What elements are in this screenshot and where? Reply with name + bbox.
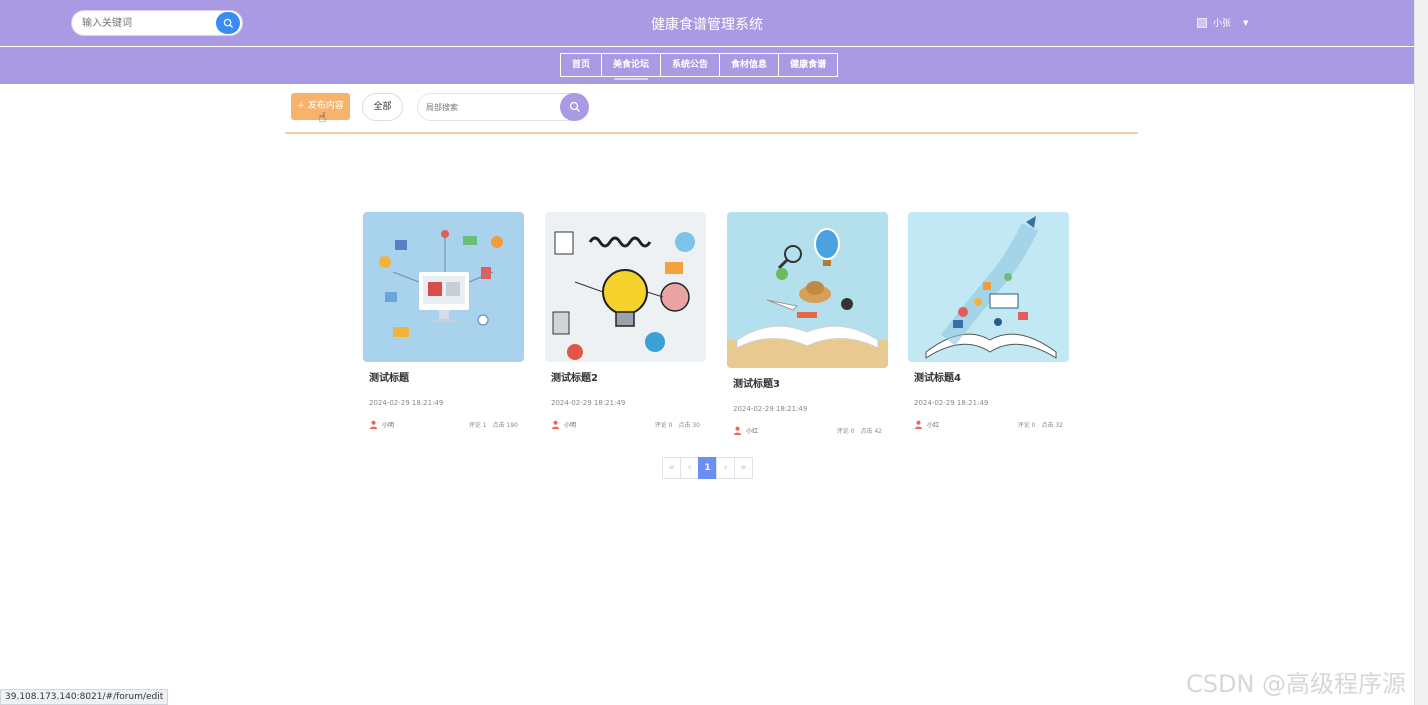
search-icon [569, 101, 580, 112]
post-title[interactable]: 测试标题2 [551, 369, 706, 384]
nav-item-announcements[interactable]: 系统公告 [660, 53, 721, 77]
post-stats: 评论 0 点击 32 [1018, 420, 1063, 429]
author-name: 小明 [382, 422, 395, 429]
nav-list: 首页 美食论坛 系统公告 食材信息 健康食谱 [560, 53, 839, 80]
status-bar-url: 39.108.173.140:8021/#/forum/edit [0, 689, 169, 705]
post-stats: 评论 0 点击 30 [655, 420, 700, 429]
post-stats: 评论 1 点击 190 [469, 420, 518, 429]
post-time: 2024-02-29 18:21:49 [733, 405, 808, 413]
post-title[interactable]: 测试标题 [369, 369, 524, 384]
nav-item-recipes[interactable]: 健康食谱 [778, 53, 839, 77]
post-meta: 小明 评论 0 点击 30 [551, 420, 700, 429]
post-thumbnail[interactable] [363, 212, 524, 362]
post-title[interactable]: 测试标题4 [914, 369, 1069, 384]
user-icon [733, 426, 742, 435]
page-prev-button[interactable]: ‹ [680, 457, 699, 479]
avatar [1197, 17, 1207, 28]
post-meta: 小红 评论 0 点击 42 [733, 426, 882, 435]
post-meta: 小红 评论 0 点击 32 [914, 420, 1063, 429]
post-thumbnail[interactable] [727, 212, 888, 368]
click-count: 点击 30 [678, 422, 700, 429]
comment-count: 评论 0 [836, 428, 855, 435]
post-meta: 小明 评论 1 点击 190 [369, 420, 518, 429]
comment-count: 评论 1 [468, 422, 487, 429]
user-icon [369, 420, 378, 429]
author-name: 小明 [564, 422, 577, 429]
scrollbar-track[interactable] [1414, 0, 1428, 705]
comment-count: 评论 0 [1017, 422, 1036, 429]
pagination: « ‹ 1 › » [662, 457, 753, 479]
username: 小张 [1213, 19, 1232, 29]
click-count: 点击 32 [1041, 422, 1063, 429]
post-card[interactable]: 测试标题4 2024-02-29 18:21:49 小红 评论 0 点击 32 [908, 212, 1069, 429]
open-book-travel-illustration [727, 212, 888, 368]
post-time: 2024-02-29 18:21:49 [914, 399, 989, 407]
post-author: 小红 [914, 420, 939, 429]
post-card[interactable]: 测试标题3 2024-02-29 18:21:49 小红 评论 0 点击 42 [727, 212, 888, 435]
nav-item-forum[interactable]: 美食论坛 [601, 53, 662, 80]
user-icon [914, 420, 923, 429]
page-last-button[interactable]: » [734, 457, 753, 479]
page-next-button[interactable]: › [716, 457, 735, 479]
post-time: 2024-02-29 18:21:49 [369, 399, 444, 407]
chevron-down-icon: ▼ [1243, 18, 1249, 27]
post-author: 小明 [369, 420, 394, 429]
author-name: 小红 [746, 428, 759, 435]
post-stats: 评论 0 点击 42 [837, 426, 882, 435]
monitor-illustration [363, 212, 524, 362]
click-count: 点击 42 [860, 428, 882, 435]
post-author: 小红 [733, 426, 758, 435]
post-author: 小明 [551, 420, 576, 429]
pointer-hand-icon: ☝ [318, 110, 327, 126]
open-book-rocket-illustration [908, 212, 1069, 362]
filter-all-button[interactable]: 全部 [362, 93, 403, 121]
local-search-input[interactable] [426, 100, 546, 115]
author-name: 小红 [927, 422, 940, 429]
nav-item-home[interactable]: 首页 [560, 53, 603, 77]
local-search-box [417, 93, 589, 121]
local-search-button[interactable] [560, 93, 589, 121]
post-thumbnail[interactable] [545, 212, 706, 362]
post-time: 2024-02-29 18:21:49 [551, 399, 626, 407]
user-menu[interactable]: 小张 ▼ [1197, 16, 1248, 29]
comment-count: 评论 0 [654, 422, 673, 429]
toolbar-divider [285, 132, 1138, 134]
click-count: 点击 190 [492, 422, 518, 429]
nav-item-ingredients[interactable]: 食材信息 [719, 53, 780, 77]
post-card[interactable]: 测试标题2 2024-02-29 18:21:49 小明 评论 0 点击 30 [545, 212, 706, 429]
post-thumbnail[interactable] [908, 212, 1069, 362]
post-title[interactable]: 测试标题3 [733, 375, 888, 390]
user-icon [551, 420, 560, 429]
page-number-current[interactable]: 1 [698, 457, 717, 479]
post-card[interactable]: 测试标题 2024-02-29 18:21:49 小明 评论 1 点击 190 [363, 212, 524, 429]
learn-lightbulb-illustration [545, 212, 706, 362]
page-first-button[interactable]: « [662, 457, 681, 479]
main-nav: 首页 美食论坛 系统公告 食材信息 健康食谱 [0, 47, 1414, 84]
top-header: 健康食谱管理系统 小张 ▼ [0, 0, 1414, 46]
watermark: CSDN @高级程序源 [1186, 670, 1407, 698]
